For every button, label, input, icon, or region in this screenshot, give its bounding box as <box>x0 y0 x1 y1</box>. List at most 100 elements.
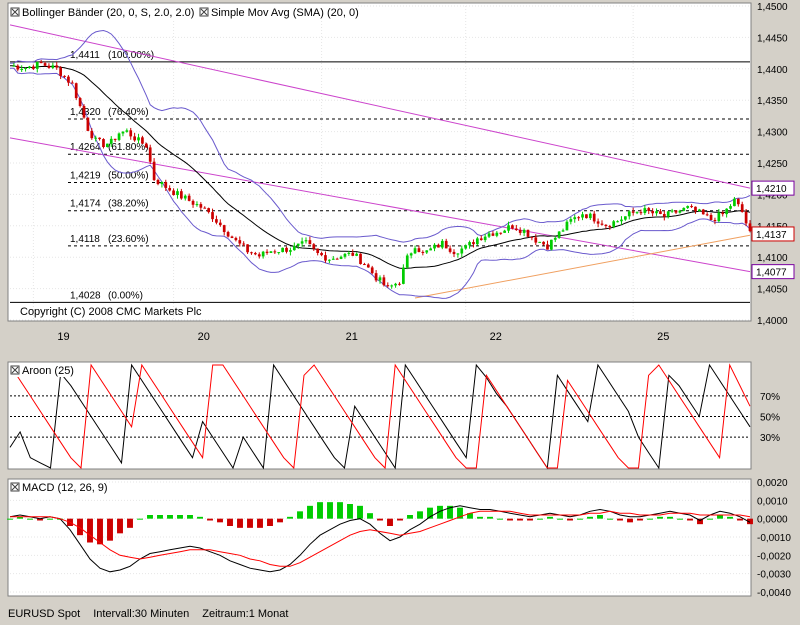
candle-body <box>553 237 557 240</box>
candle-body <box>312 244 316 249</box>
macd-histogram-bar <box>367 513 373 519</box>
candle-body <box>246 244 249 253</box>
candle-body <box>725 208 728 215</box>
candle-body <box>386 285 390 287</box>
candle-body <box>651 210 654 214</box>
candle-body <box>460 248 464 254</box>
legend-aroon: Aroon (25) <box>22 365 74 377</box>
candle-body <box>639 212 643 214</box>
macd-histogram-bar <box>207 518 213 521</box>
fib-percent-label: (0.00%) <box>108 290 143 301</box>
candle-body <box>129 130 133 137</box>
candle-body <box>659 211 662 214</box>
candle-body <box>207 208 210 213</box>
macd-histogram-bar <box>177 515 183 519</box>
macd-histogram-bar <box>547 516 553 519</box>
candle-body <box>254 253 257 255</box>
candle-body <box>464 245 468 249</box>
candle-body <box>211 212 214 220</box>
candle-body <box>600 223 604 225</box>
candle-body <box>429 248 432 251</box>
macd-histogram-bar <box>557 518 563 520</box>
candle-body <box>542 241 545 245</box>
macd-histogram-bar <box>237 518 243 528</box>
candle-body <box>666 211 670 217</box>
candle-body <box>577 217 580 219</box>
candle-body <box>744 211 748 224</box>
candle-body <box>269 251 273 253</box>
macd-histogram-bar <box>657 516 663 519</box>
aroon-axis: 70% 50% 30% <box>760 392 780 444</box>
candle-body <box>168 187 172 191</box>
candle-body <box>514 228 518 231</box>
candle-body <box>24 67 27 70</box>
legend-sma: Simple Mov Avg (SMA) (20, 0) <box>211 7 359 19</box>
macd-tick-label: 0,0010 <box>757 496 788 507</box>
macd-histogram-bar <box>267 518 273 526</box>
macd-histogram-bar <box>157 515 163 519</box>
candle-body <box>183 195 187 199</box>
candle-body <box>709 214 713 220</box>
macd-histogram-bar <box>87 518 93 543</box>
candle-body <box>222 225 226 233</box>
candle-body <box>242 243 246 245</box>
price-label-value: 1,4077 <box>756 268 787 279</box>
candle-body <box>226 232 230 237</box>
macd-histogram-bar <box>307 505 313 519</box>
trading-chart: 1,4411(100.00%)1,4320(76.40%)1,4264(61.8… <box>0 0 800 625</box>
aroon-panel <box>7 361 752 470</box>
candle-body <box>655 211 658 214</box>
macd-histogram-bar <box>277 518 283 523</box>
candle-body <box>608 226 612 228</box>
candle-body <box>51 65 55 68</box>
candle-body <box>713 219 717 222</box>
candle-body <box>347 252 351 254</box>
price-tick-label: 1,4100 <box>757 253 788 264</box>
candle-body <box>43 63 47 66</box>
candle-body <box>277 252 281 254</box>
macd-histogram-bar <box>117 518 123 534</box>
candle-body <box>588 213 592 219</box>
fib-price-label: 1,4411 <box>70 50 100 61</box>
date-tick-label: 25 <box>657 331 669 343</box>
candle-body <box>417 248 421 252</box>
candle-body <box>483 236 487 241</box>
copyright-text: Copyright (C) 2008 CMC Markets Plc <box>20 306 202 318</box>
candle-body <box>487 233 491 237</box>
candle-body <box>35 61 39 69</box>
candle-body <box>612 221 616 227</box>
candle-body <box>296 243 300 246</box>
candle-body <box>736 198 740 205</box>
candle-body <box>678 210 682 213</box>
macd-histogram-bar <box>617 518 623 521</box>
candle-body <box>503 230 506 233</box>
candle-body <box>109 138 113 144</box>
price-label-value: 1,4210 <box>756 184 787 195</box>
candle-body <box>409 253 413 256</box>
candle-body <box>456 253 460 255</box>
macd-histogram-bar <box>327 502 333 519</box>
candle-body <box>374 273 378 281</box>
candle-body <box>199 204 203 208</box>
candle-body <box>281 247 284 253</box>
candle-body <box>351 252 355 256</box>
candle-body <box>180 191 183 199</box>
candle-body <box>546 244 549 250</box>
macd-histogram-bar <box>687 518 693 521</box>
date-tick-label: 22 <box>490 331 502 343</box>
macd-histogram-bar <box>727 516 733 519</box>
candle-body <box>125 130 129 132</box>
date-tick-label: 21 <box>346 331 358 343</box>
candle-body <box>698 209 701 212</box>
fib-price-label: 1,4174 <box>70 199 101 210</box>
macd-histogram-bar <box>347 504 353 519</box>
macd-histogram-bar <box>7 518 13 520</box>
candle-body <box>250 252 253 254</box>
macd-histogram-bar <box>197 516 203 519</box>
candle-body <box>507 225 510 231</box>
candle-body <box>172 190 175 196</box>
candle-body <box>662 213 666 217</box>
fib-percent-label: (38.20%) <box>108 199 149 210</box>
candle-body <box>421 251 425 253</box>
candle-body <box>70 82 74 84</box>
